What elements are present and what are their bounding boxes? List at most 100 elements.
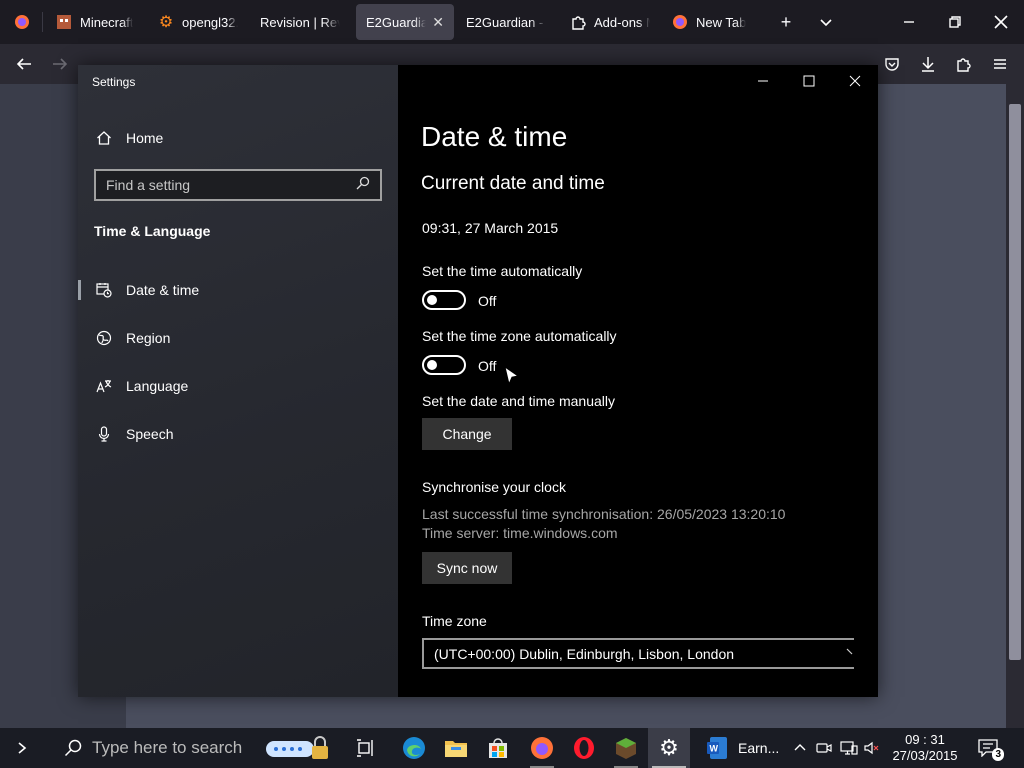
page-title: Date & time	[421, 121, 568, 152]
sync-last-status: Last successful time synchronisation: 26…	[422, 506, 786, 522]
sidebar-item-label: Home	[126, 130, 164, 146]
maximize-settings-button[interactable]	[786, 65, 832, 97]
sync-now-button[interactable]: Sync now	[422, 552, 512, 584]
sidebar-item-date-time[interactable]: Date & time	[78, 270, 398, 310]
volume-muted-icon[interactable]	[864, 740, 880, 759]
list-all-tabs-button[interactable]	[808, 4, 844, 40]
opera-icon[interactable]	[570, 734, 598, 762]
maximize-icon	[803, 75, 815, 87]
search-icon[interactable]	[356, 176, 370, 195]
time-zone-dropdown[interactable]: (UTC+00:00) Dublin, Edinburgh, Lisbon, L…	[422, 638, 854, 669]
windows-taskbar: Type here to search ⚙ W Earn... 09: 31 …	[0, 728, 1024, 768]
back-button[interactable]	[8, 48, 40, 80]
restore-browser-button[interactable]	[932, 0, 978, 44]
settings-search-box[interactable]	[94, 169, 382, 201]
firefox-icon	[14, 14, 30, 30]
notifications-icon: 3	[978, 739, 1004, 761]
sidebar-item-region[interactable]: Region	[78, 318, 398, 358]
auto-zone-state: Off	[478, 358, 497, 374]
tab-revision[interactable]: Revision | Revi	[250, 4, 350, 40]
toggle-knob	[427, 360, 437, 370]
task-view-icon[interactable]	[352, 734, 380, 762]
globe-icon	[94, 328, 114, 348]
calendar-clock-icon	[94, 280, 114, 300]
settings-main-pane: Date & time Current date and time 09:31,…	[398, 65, 878, 697]
tab-addons[interactable]: Add-ons M	[560, 4, 660, 40]
close-browser-button[interactable]	[978, 0, 1024, 44]
tab-minecraft[interactable]: Minecraft	[46, 4, 146, 40]
firefox-icon[interactable]	[528, 734, 556, 762]
tab-separator	[42, 12, 43, 32]
search-input[interactable]	[106, 177, 356, 193]
meet-now-icon[interactable]	[816, 740, 832, 759]
sidebar-item-home[interactable]: Home	[78, 118, 398, 158]
action-center-button[interactable]: 3	[972, 728, 1004, 768]
sync-time-server: Time server: time.windows.com	[422, 525, 618, 541]
auto-time-toggle[interactable]	[422, 290, 466, 310]
svg-text:W: W	[710, 744, 719, 754]
puzzle-icon	[957, 58, 971, 72]
earn-app-button[interactable]: W Earn...	[706, 734, 796, 762]
page-scrollbar-thumb[interactable]	[1009, 104, 1021, 660]
sidebar-item-language[interactable]: Language	[78, 366, 398, 406]
network-icon[interactable]	[840, 740, 858, 759]
auto-time-state: Off	[478, 293, 497, 309]
puzzle-icon	[570, 14, 586, 30]
menu-button[interactable]	[984, 48, 1016, 80]
minimize-icon	[904, 21, 914, 23]
sidebar-item-speech[interactable]: Speech	[78, 414, 398, 454]
auto-zone-label: Set the time zone automatically	[422, 328, 617, 344]
tab-e2guardian-2[interactable]: E2Guardian - A	[456, 4, 556, 40]
sidebar-item-label: Speech	[126, 426, 174, 442]
tab-title: E2Guardian - A	[466, 14, 546, 30]
settings-gear-icon[interactable]: ⚙	[655, 734, 683, 762]
taskbar-search-box[interactable]: Type here to search	[52, 728, 252, 768]
forward-button[interactable]	[44, 48, 76, 80]
pocket-icon	[885, 58, 899, 71]
close-tab-icon[interactable]: ✕	[432, 14, 444, 31]
tab-title: New Tab	[696, 14, 747, 30]
pocket-button[interactable]	[876, 48, 908, 80]
settings-window: Settings Home Time & Language Date & tim…	[78, 65, 878, 697]
minimize-settings-button[interactable]	[740, 65, 786, 97]
file-explorer-icon[interactable]	[442, 734, 470, 762]
current-date-time-heading: Current date and time	[421, 173, 605, 194]
extensions-button[interactable]	[948, 48, 980, 80]
tab-title: Add-ons M	[594, 14, 650, 30]
tab-title: Revision | Revi	[260, 14, 340, 30]
home-icon	[94, 128, 114, 148]
tab-e2guardian-active[interactable]: E2Guardian ✕	[356, 4, 454, 40]
tab-opengl[interactable]: ⚙ opengl32.	[148, 4, 248, 40]
minecraft-icon[interactable]	[612, 734, 640, 762]
sidebar-item-label: Date & time	[126, 282, 200, 298]
chevron-down-icon	[820, 19, 832, 27]
tab-firefox[interactable]	[4, 4, 40, 40]
arrow-right-icon	[53, 58, 68, 70]
minimize-icon	[758, 80, 768, 82]
settings-sidebar: Settings Home Time & Language Date & tim…	[78, 65, 398, 697]
chevron-down-icon	[846, 646, 854, 663]
taskbar-expand-button[interactable]	[8, 728, 36, 768]
microphone-icon	[94, 424, 114, 444]
minimize-browser-button[interactable]	[886, 0, 932, 44]
downloads-button[interactable]	[912, 48, 944, 80]
close-icon	[849, 75, 861, 87]
section-heading: Time & Language	[94, 223, 211, 239]
mouse-cursor-icon	[504, 365, 520, 391]
edge-icon[interactable]	[400, 734, 428, 762]
clock-time: 09 : 31	[905, 732, 945, 747]
chevron-up-icon[interactable]	[794, 740, 806, 755]
gear-icon: ⚙	[158, 14, 174, 31]
new-tab-button[interactable]: +	[768, 4, 804, 40]
close-settings-button[interactable]	[832, 65, 878, 97]
minecraft-icon	[56, 14, 72, 30]
tab-new-tab[interactable]: New Tab	[662, 4, 762, 40]
taskbar-clock[interactable]: 09 : 31 27/03/2015	[884, 732, 966, 764]
microsoft-store-icon[interactable]	[484, 734, 512, 762]
tab-title: E2Guardian	[366, 14, 427, 30]
firefox-icon	[672, 14, 688, 30]
auto-zone-toggle[interactable]	[422, 355, 466, 375]
auto-time-label: Set the time automatically	[422, 263, 583, 279]
password-widget-icon[interactable]	[264, 734, 334, 762]
change-button[interactable]: Change	[422, 418, 512, 450]
